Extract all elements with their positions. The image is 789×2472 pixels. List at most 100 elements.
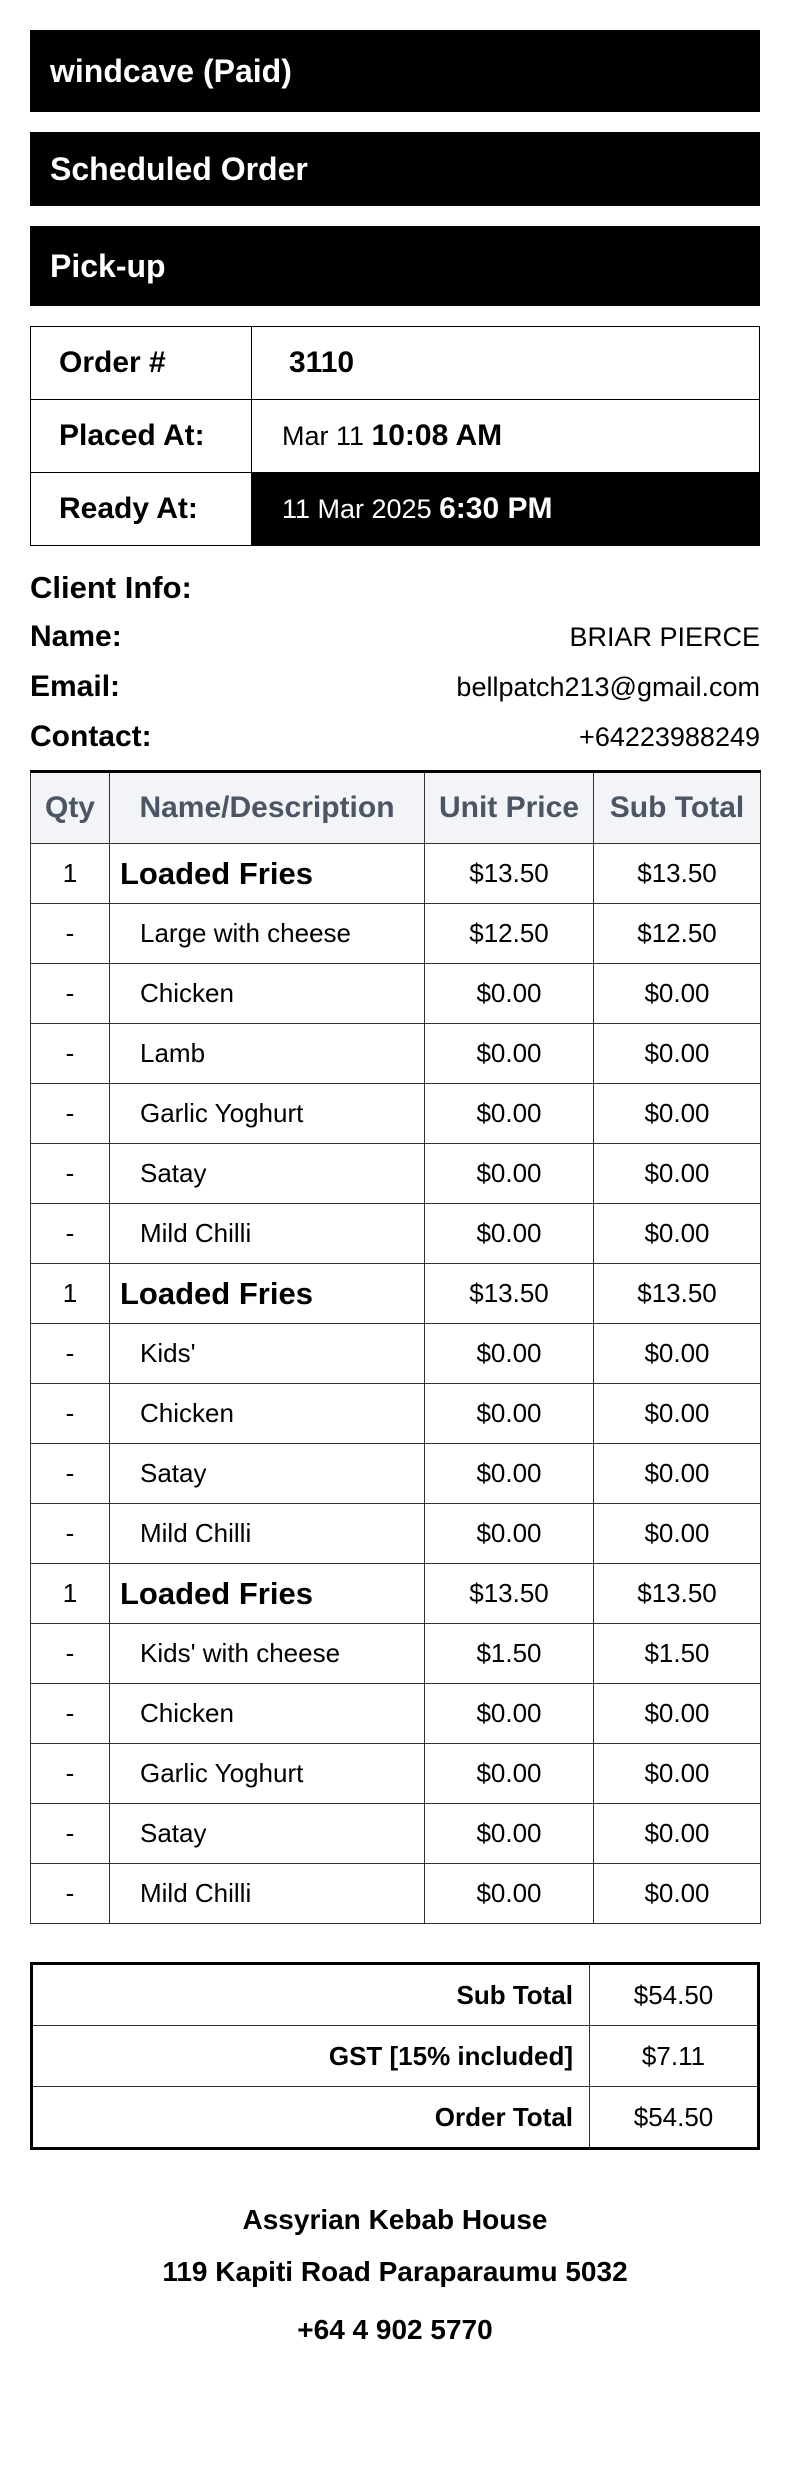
- table-row: - Garlic Yoghurt $0.00 $0.00: [30, 1083, 761, 1144]
- item-name: Mild Chilli: [109, 1863, 425, 1924]
- subtotal-row: Sub Total $54.50: [31, 1963, 759, 2026]
- ready-date: 11 Mar 2025: [282, 494, 432, 524]
- gst-label: GST [15% included]: [31, 2025, 590, 2087]
- item-name: Chicken: [109, 1683, 425, 1744]
- ready-at-value: 11 Mar 2025 6:30 PM: [251, 472, 760, 546]
- item-sub-total: $0.00: [593, 1143, 761, 1204]
- item-unit-price: $13.50: [424, 1563, 594, 1624]
- payment-status: windcave (Paid): [50, 52, 292, 89]
- item-qty: -: [30, 1323, 110, 1384]
- table-row: - Chicken $0.00 $0.00: [30, 963, 761, 1024]
- item-unit-price: $13.50: [424, 843, 594, 904]
- client-name-label: Name:: [30, 620, 122, 653]
- item-unit-price: $0.00: [424, 1323, 594, 1384]
- item-qty: -: [30, 1383, 110, 1444]
- table-row: 1 Loaded Fries $13.50 $13.50: [30, 1263, 761, 1324]
- item-name: Garlic Yoghurt: [109, 1743, 425, 1804]
- item-unit-price: $0.00: [424, 1743, 594, 1804]
- table-row: - Mild Chilli $0.00 $0.00: [30, 1863, 761, 1924]
- placed-at-value: Mar 11 10:08 AM: [251, 399, 760, 473]
- table-row: 1 Loaded Fries $13.50 $13.50: [30, 843, 761, 904]
- store-phone: +64 4 902 5770: [297, 2314, 493, 2345]
- item-sub-total: $1.50: [593, 1623, 761, 1684]
- item-qty: -: [30, 963, 110, 1024]
- table-row: - Chicken $0.00 $0.00: [30, 1383, 761, 1444]
- unit-price-header: Unit Price: [424, 771, 594, 844]
- item-sub-total: $0.00: [593, 1863, 761, 1924]
- item-name: Loaded Fries: [109, 843, 425, 904]
- item-qty: -: [30, 1203, 110, 1264]
- item-name: Satay: [109, 1803, 425, 1864]
- item-qty: -: [30, 1683, 110, 1744]
- table-row: - Kids' $0.00 $0.00: [30, 1323, 761, 1384]
- item-sub-total: $0.00: [593, 1083, 761, 1144]
- item-qty: -: [30, 1623, 110, 1684]
- order-number-row: Order # 3110: [30, 326, 760, 400]
- item-qty: -: [30, 1503, 110, 1564]
- item-unit-price: $0.00: [424, 963, 594, 1024]
- client-email: bellpatch213@gmail.com: [456, 671, 760, 702]
- placed-date: Mar 11: [282, 421, 365, 451]
- table-row: - Kids' with cheese $1.50 $1.50: [30, 1623, 761, 1684]
- item-sub-total: $0.00: [593, 1803, 761, 1864]
- ready-at-row: Ready At: 11 Mar 2025 6:30 PM: [30, 472, 760, 546]
- item-qty: -: [30, 903, 110, 964]
- item-qty: -: [30, 1743, 110, 1804]
- item-sub-total: $0.00: [593, 1443, 761, 1504]
- schedule-status: Scheduled Order: [50, 150, 308, 187]
- items-table: Qty Name/Description Unit Price Sub Tota…: [30, 770, 761, 1924]
- item-sub-total: $13.50: [593, 1263, 761, 1324]
- client-name: BRIAR PIERCE: [569, 621, 760, 652]
- gst-value: $7.11: [589, 2025, 759, 2087]
- placed-at-label: Placed At:: [30, 399, 252, 473]
- item-qty: -: [30, 1863, 110, 1924]
- item-unit-price: $0.00: [424, 1803, 594, 1864]
- item-unit-price: $0.00: [424, 1683, 594, 1744]
- ready-time: 6:30 PM: [439, 492, 553, 525]
- table-row: - Mild Chilli $0.00 $0.00: [30, 1203, 761, 1264]
- table-row: - Satay $0.00 $0.00: [30, 1803, 761, 1864]
- totals-table: Sub Total $54.50 GST [15% included] $7.1…: [30, 1962, 760, 2150]
- item-unit-price: $0.00: [424, 1083, 594, 1144]
- item-unit-price: $1.50: [424, 1623, 594, 1684]
- item-unit-price: $0.00: [424, 1863, 594, 1924]
- item-sub-total: $0.00: [593, 1503, 761, 1564]
- payment-banner: windcave (Paid): [30, 30, 760, 112]
- item-name: Chicken: [109, 963, 425, 1024]
- table-row: - Mild Chilli $0.00 $0.00: [30, 1503, 761, 1564]
- subtotal-value: $54.50: [589, 1963, 759, 2026]
- item-name: Kids' with cheese: [109, 1623, 425, 1684]
- item-name: Loaded Fries: [109, 1263, 425, 1324]
- items-header-row: Qty Name/Description Unit Price Sub Tota…: [30, 771, 761, 844]
- client-contact-label: Contact:: [30, 720, 152, 753]
- client-email-row: Email: bellpatch213@gmail.com: [30, 662, 760, 712]
- item-sub-total: $0.00: [593, 1743, 761, 1804]
- table-row: - Large with cheese $12.50 $12.50: [30, 903, 761, 964]
- schedule-banner: Scheduled Order: [30, 132, 760, 206]
- table-row: - Satay $0.00 $0.00: [30, 1143, 761, 1204]
- item-qty: -: [30, 1023, 110, 1084]
- client-contact: +64223988249: [579, 721, 760, 752]
- item-unit-price: $0.00: [424, 1383, 594, 1444]
- name-header: Name/Description: [109, 771, 425, 844]
- subtotal-label: Sub Total: [31, 1963, 590, 2026]
- item-qty: -: [30, 1443, 110, 1504]
- item-name: Large with cheese: [109, 903, 425, 964]
- order-number-label: Order #: [30, 326, 252, 400]
- store-info: Assyrian Kebab House 119 Kapiti Road Par…: [30, 2194, 760, 2356]
- item-qty: -: [30, 1083, 110, 1144]
- item-sub-total: $0.00: [593, 1203, 761, 1264]
- table-row: - Lamb $0.00 $0.00: [30, 1023, 761, 1084]
- item-name: Garlic Yoghurt: [109, 1083, 425, 1144]
- item-name: Chicken: [109, 1383, 425, 1444]
- item-unit-price: $0.00: [424, 1203, 594, 1264]
- table-row: - Chicken $0.00 $0.00: [30, 1683, 761, 1744]
- item-name: Lamb: [109, 1023, 425, 1084]
- qty-header: Qty: [30, 771, 110, 844]
- sub-total-header: Sub Total: [593, 771, 761, 844]
- item-sub-total: $13.50: [593, 1563, 761, 1624]
- item-unit-price: $0.00: [424, 1143, 594, 1204]
- table-row: - Satay $0.00 $0.00: [30, 1443, 761, 1504]
- item-sub-total: $12.50: [593, 903, 761, 964]
- table-row: - Garlic Yoghurt $0.00 $0.00: [30, 1743, 761, 1804]
